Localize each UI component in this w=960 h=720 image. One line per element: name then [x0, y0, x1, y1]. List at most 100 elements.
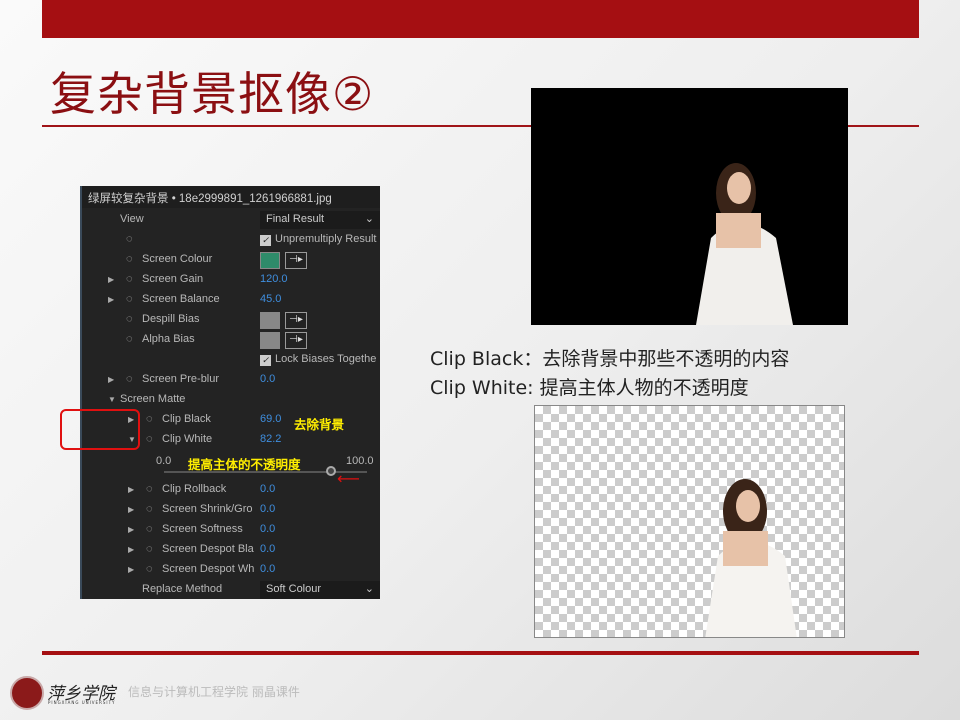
- clip-black-label: Clip Black: [162, 413, 211, 425]
- despot-black-value[interactable]: 0.0: [260, 543, 275, 555]
- stopwatch-icon[interactable]: ◌: [146, 483, 153, 495]
- row-despill-bias: ◌ Despill Bias ⊣▸: [82, 310, 380, 330]
- footer-text: 信息与计算机工程学院 丽晶课件: [128, 685, 300, 699]
- expand-arrow-icon[interactable]: ▶: [128, 485, 134, 494]
- view-label: View: [120, 213, 144, 225]
- replace-method-dropdown[interactable]: Soft Colour ⌄: [260, 581, 380, 599]
- replace-method-label: Replace Method: [142, 583, 223, 595]
- expand-arrow-icon[interactable]: ▶: [128, 525, 134, 534]
- stopwatch-icon[interactable]: ◌: [126, 313, 133, 325]
- alpha-bias-label: Alpha Bias: [142, 333, 195, 345]
- clip-black-value[interactable]: 69.0: [260, 413, 281, 425]
- row-screen-matte: ▼ Screen Matte: [82, 390, 380, 410]
- softness-value[interactable]: 0.0: [260, 523, 275, 535]
- softness-label: Screen Softness: [162, 523, 243, 535]
- eyedropper-icon[interactable]: ⊣▸: [285, 252, 307, 269]
- row-despot-white: ▶ ◌ Screen Despot Wh 0.0: [82, 560, 380, 580]
- stopwatch-icon[interactable]: ◌: [126, 293, 133, 305]
- row-clip-rollback: ▶ ◌ Clip Rollback 0.0: [82, 480, 380, 500]
- annotation-increase-opacity: 提高主体的不透明度: [188, 457, 301, 472]
- row-view: View Final Result ⌄: [82, 210, 380, 230]
- despot-black-label: Screen Despot Bla: [162, 543, 254, 555]
- slider-min-label: 0.0: [156, 455, 172, 467]
- row-lock-biases: ✓ Lock Biases Togethe: [82, 350, 380, 370]
- screen-balance-label: Screen Balance: [142, 293, 220, 305]
- person-silhouette-image: [696, 163, 793, 325]
- caption-clip-white: Clip White: 提高主体人物的不透明度: [430, 377, 749, 399]
- row-screen-colour: ◌ Screen Colour ⊣▸: [82, 250, 380, 270]
- despill-bias-label: Despill Bias: [142, 313, 200, 325]
- footer-divider: [42, 651, 919, 655]
- clip-white-label: Clip White: [162, 433, 213, 445]
- row-pre-blur: ▶ ◌ Screen Pre-blur 0.0: [82, 370, 380, 390]
- row-softness: ▶ ◌ Screen Softness 0.0: [82, 520, 380, 540]
- view-dropdown[interactable]: Final Result ⌄: [260, 211, 380, 229]
- row-screen-gain: ▶ ◌ Screen Gain 120.0: [82, 270, 380, 290]
- keyed-result-transparent-background: [534, 405, 845, 638]
- university-logo: [10, 676, 44, 710]
- clip-rollback-label: Clip Rollback: [162, 483, 227, 495]
- stopwatch-icon[interactable]: ◌: [146, 503, 153, 515]
- shrink-label: Screen Shrink/Gro: [162, 503, 253, 515]
- keylight-effect-panel: 绿屏较复杂背景 • 18e2999891_1261966881.jpg View…: [80, 186, 380, 599]
- pre-blur-value[interactable]: 0.0: [260, 373, 275, 385]
- stopwatch-icon[interactable]: ◌: [146, 543, 153, 555]
- eyedropper-icon[interactable]: ⊣▸: [285, 332, 307, 349]
- view-value: Final Result: [266, 213, 325, 225]
- expand-arrow-icon[interactable]: ▶: [128, 565, 134, 574]
- unpremultiply-checkbox[interactable]: ✓ Unpremultiply Result: [260, 233, 376, 246]
- top-accent-bar: [42, 0, 919, 38]
- stopwatch-icon[interactable]: ◌: [146, 433, 153, 445]
- lock-biases-checkbox[interactable]: ✓ Lock Biases Togethe: [260, 353, 376, 366]
- stopwatch-icon[interactable]: ◌: [146, 563, 153, 575]
- collapse-arrow-icon[interactable]: ▼: [108, 395, 116, 404]
- eyedropper-icon[interactable]: ⊣▸: [285, 312, 307, 329]
- person-silhouette-image: [705, 479, 797, 637]
- row-replace-method: Replace Method Soft Colour ⌄: [82, 580, 380, 600]
- despot-white-label: Screen Despot Wh: [162, 563, 255, 575]
- highlight-box: [60, 409, 140, 450]
- check-icon: ✓: [260, 235, 271, 246]
- caption-clip-black: Clip Black：去除背景中那些不透明的内容: [430, 348, 790, 370]
- expand-arrow-icon[interactable]: ▶: [128, 545, 134, 554]
- screen-gain-value[interactable]: 120.0: [260, 273, 288, 285]
- row-unpremultiply: ◌ ✓ Unpremultiply Result: [82, 230, 380, 250]
- clip-rollback-value[interactable]: 0.0: [260, 483, 275, 495]
- expand-arrow-icon[interactable]: ▶: [108, 375, 114, 384]
- check-icon: ✓: [260, 355, 271, 366]
- red-arrow-icon: ⟵: [337, 469, 360, 488]
- clip-white-value[interactable]: 82.2: [260, 433, 281, 445]
- panel-header: 绿屏较复杂背景 • 18e2999891_1261966881.jpg: [82, 186, 380, 208]
- replace-method-value: Soft Colour: [266, 583, 322, 595]
- chevron-down-icon: ⌄: [364, 583, 374, 595]
- expand-arrow-icon[interactable]: ▶: [108, 295, 114, 304]
- despill-bias-swatch[interactable]: [260, 312, 280, 329]
- stopwatch-icon[interactable]: ◌: [126, 373, 133, 385]
- stopwatch-icon[interactable]: ◌: [146, 413, 153, 425]
- alpha-bias-swatch[interactable]: [260, 332, 280, 349]
- unpremultiply-label: Unpremultiply Result: [275, 233, 377, 245]
- stopwatch-icon[interactable]: ◌: [126, 253, 133, 265]
- despot-white-value[interactable]: 0.0: [260, 563, 275, 575]
- stopwatch-icon[interactable]: ◌: [126, 273, 133, 285]
- row-screen-balance: ▶ ◌ Screen Balance 45.0: [82, 290, 380, 310]
- expand-arrow-icon[interactable]: ▶: [108, 275, 114, 284]
- university-logo-subtext: PINGXIANG UNIVERSITY: [48, 700, 116, 705]
- screen-gain-label: Screen Gain: [142, 273, 204, 285]
- clip-white-slider-handle[interactable]: [325, 466, 336, 476]
- stopwatch-icon[interactable]: ◌: [126, 233, 133, 245]
- expand-arrow-icon[interactable]: ▶: [128, 505, 134, 514]
- stopwatch-icon[interactable]: ◌: [146, 523, 153, 535]
- shrink-value[interactable]: 0.0: [260, 503, 275, 515]
- chevron-down-icon: ⌄: [364, 213, 374, 225]
- screen-balance-value[interactable]: 45.0: [260, 293, 281, 305]
- row-alpha-bias: ◌ Alpha Bias ⊣▸: [82, 330, 380, 350]
- screen-colour-swatch[interactable]: [260, 252, 280, 269]
- slide-title: 复杂背景抠像②: [50, 67, 375, 121]
- screen-colour-label: Screen Colour: [142, 253, 213, 265]
- annotation-remove-background: 去除背景: [294, 417, 345, 432]
- stopwatch-icon[interactable]: ◌: [126, 333, 133, 345]
- slider-max-label: 100.0: [346, 455, 374, 467]
- lock-biases-label: Lock Biases Togethe: [275, 353, 377, 365]
- row-despot-black: ▶ ◌ Screen Despot Bla 0.0: [82, 540, 380, 560]
